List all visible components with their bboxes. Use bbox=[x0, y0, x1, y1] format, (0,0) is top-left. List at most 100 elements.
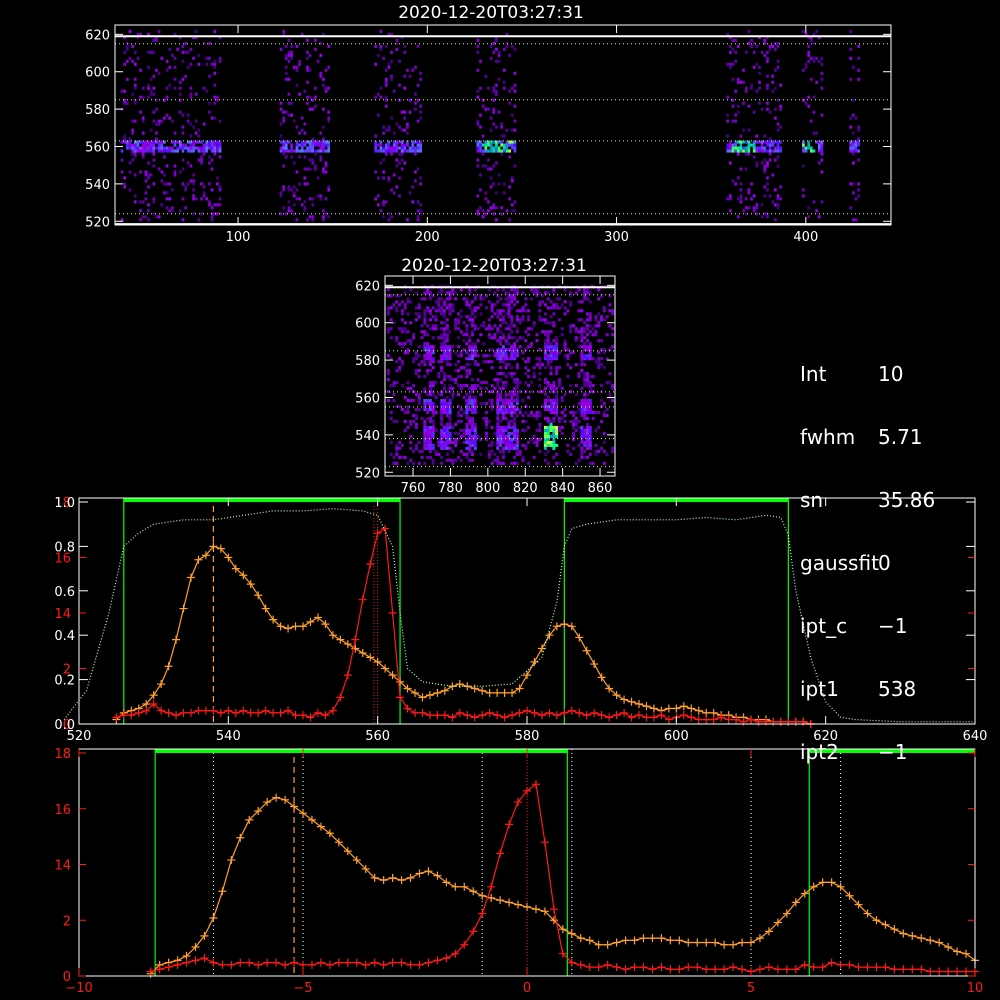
image-pixel bbox=[588, 345, 592, 349]
image-pixel bbox=[583, 455, 587, 459]
image-pixel bbox=[771, 149, 775, 153]
image-pixel bbox=[298, 149, 301, 153]
image-pixel bbox=[398, 303, 402, 307]
image-pixel bbox=[538, 437, 542, 441]
image-pixel bbox=[141, 116, 145, 120]
red-data-point bbox=[739, 717, 748, 726]
image-pixel bbox=[218, 59, 222, 63]
image-pixel bbox=[459, 330, 463, 334]
image-pixel bbox=[376, 194, 380, 198]
image-pixel bbox=[279, 212, 283, 216]
image-pixel bbox=[442, 446, 446, 450]
image-pixel bbox=[131, 152, 134, 156]
image-pixel bbox=[181, 44, 185, 48]
red-data-point bbox=[127, 711, 136, 720]
orange-data-point bbox=[505, 898, 514, 907]
image-pixel bbox=[445, 428, 449, 432]
image-pixel bbox=[566, 348, 570, 352]
image-pixel bbox=[588, 291, 592, 295]
image-pixel bbox=[300, 146, 304, 150]
image-pixel bbox=[513, 303, 517, 307]
orange-data-point bbox=[415, 869, 424, 878]
image-pixel bbox=[546, 345, 550, 349]
image-pixel bbox=[580, 345, 584, 349]
image-pixel bbox=[471, 458, 475, 462]
image-pixel bbox=[515, 440, 519, 444]
image-pixel bbox=[213, 203, 217, 207]
image-pixel bbox=[133, 173, 137, 177]
image-pixel bbox=[574, 428, 578, 432]
image-pixel bbox=[766, 74, 769, 78]
image-pixel bbox=[849, 56, 853, 60]
image-pixel bbox=[440, 446, 444, 450]
red-data-point bbox=[370, 958, 379, 967]
image-pixel bbox=[392, 393, 396, 397]
image-pixel bbox=[510, 419, 514, 424]
image-pixel bbox=[760, 161, 764, 165]
image-pixel bbox=[152, 200, 156, 204]
image-pixel bbox=[507, 333, 511, 337]
image-pixel bbox=[192, 182, 195, 186]
image-pixel bbox=[420, 336, 424, 340]
image-pixel bbox=[580, 360, 584, 364]
image-pixel bbox=[513, 297, 517, 301]
image-pixel bbox=[155, 215, 158, 219]
orange-data-point bbox=[531, 905, 540, 914]
red-data-point bbox=[552, 711, 561, 720]
image-pixel bbox=[382, 200, 385, 204]
image-pixel bbox=[431, 401, 435, 406]
image-pixel bbox=[141, 155, 145, 159]
image-pixel bbox=[569, 410, 573, 415]
image-pixel bbox=[290, 50, 293, 54]
image-pixel bbox=[476, 434, 480, 438]
image-pixel bbox=[515, 291, 519, 295]
image-pixel bbox=[298, 131, 301, 135]
image-pixel bbox=[608, 393, 612, 397]
image-pixel bbox=[287, 185, 291, 189]
image-pixel bbox=[577, 309, 581, 313]
image-pixel bbox=[147, 176, 150, 180]
image-pixel bbox=[484, 143, 488, 147]
image-pixel bbox=[487, 452, 491, 456]
image-pixel bbox=[580, 452, 584, 456]
image-pixel bbox=[417, 312, 421, 316]
orange-data-point bbox=[440, 686, 449, 695]
image-pixel bbox=[200, 197, 203, 201]
image-pixel bbox=[527, 360, 531, 364]
red-data-point bbox=[523, 706, 531, 715]
image-pixel bbox=[586, 443, 590, 447]
image-pixel bbox=[416, 146, 420, 150]
image-pixel bbox=[423, 321, 427, 325]
image-pixel bbox=[440, 369, 444, 373]
image-pixel bbox=[406, 410, 410, 415]
image-pixel bbox=[417, 303, 421, 307]
image-pixel bbox=[445, 348, 449, 352]
image-pixel bbox=[282, 29, 286, 33]
y-tick-label: 1.0 bbox=[54, 496, 75, 511]
image-pixel bbox=[468, 288, 472, 292]
image-pixel bbox=[468, 303, 472, 307]
image-pixel bbox=[507, 401, 511, 406]
image-pixel bbox=[758, 80, 761, 84]
image-pixel bbox=[731, 149, 735, 153]
image-pixel bbox=[557, 384, 561, 388]
image-pixel bbox=[210, 116, 214, 120]
image-pixel bbox=[448, 410, 452, 415]
orange-data-point bbox=[890, 925, 899, 934]
image-pixel bbox=[608, 324, 612, 328]
image-pixel bbox=[384, 149, 388, 153]
image-pixel bbox=[192, 125, 195, 129]
image-pixel bbox=[287, 59, 291, 63]
image-pixel bbox=[398, 194, 401, 198]
image-pixel bbox=[739, 134, 743, 138]
image-pixel bbox=[493, 387, 497, 391]
image-pixel bbox=[420, 297, 424, 301]
red-data-point bbox=[603, 960, 612, 969]
image-pixel bbox=[428, 360, 432, 364]
image-pixel bbox=[414, 101, 417, 105]
image-pixel bbox=[322, 137, 325, 141]
image-pixel bbox=[133, 200, 137, 204]
image-pixel bbox=[386, 372, 390, 376]
image-pixel bbox=[857, 128, 861, 132]
image-pixel bbox=[282, 152, 286, 156]
